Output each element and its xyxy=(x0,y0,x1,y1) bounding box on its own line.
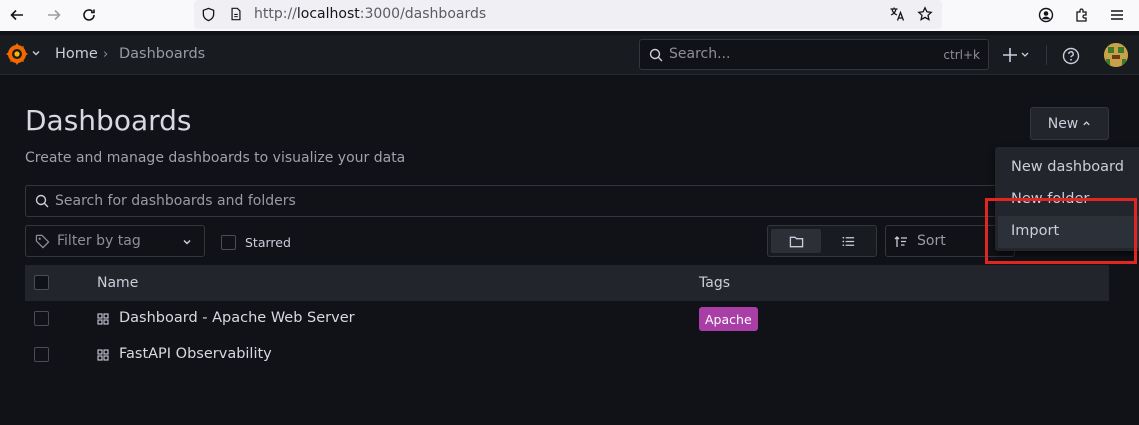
bookmark-star-icon[interactable] xyxy=(917,6,933,22)
highlight-annotation xyxy=(985,198,1137,264)
page-icon[interactable] xyxy=(228,6,244,22)
table-header: Name Tags xyxy=(25,265,1109,301)
help-icon[interactable] xyxy=(1062,47,1080,65)
tag-icon xyxy=(35,234,50,249)
page-subtitle: Create and manage dashboards to visualiz… xyxy=(25,150,406,166)
user-avatar[interactable] xyxy=(1104,43,1128,67)
starred-label: Starred xyxy=(245,235,291,250)
table-row[interactable]: FastAPI Observability xyxy=(25,337,1109,373)
select-all-checkbox[interactable] xyxy=(34,275,49,290)
chevron-up-icon xyxy=(1083,121,1090,126)
dashboard-grid-icon xyxy=(97,349,109,361)
search-icon xyxy=(35,194,49,208)
extensions-icon[interactable] xyxy=(1070,4,1094,26)
grafana-logo-icon[interactable] xyxy=(5,42,29,66)
breadcrumb-home[interactable]: Home xyxy=(55,46,98,62)
forward-icon[interactable] xyxy=(42,4,66,26)
column-header-name[interactable]: Name xyxy=(97,275,138,291)
filter-by-tag-select[interactable]: Filter by tag xyxy=(25,225,205,257)
add-plus-icon[interactable] xyxy=(1001,46,1031,64)
dashboard-search-placeholder: Search for dashboards and folders xyxy=(55,193,296,209)
url-bar[interactable]: http://localhost:3000/dashboards xyxy=(194,0,942,29)
row-checkbox[interactable] xyxy=(34,311,49,326)
global-search-input[interactable]: Search... ctrl+k xyxy=(639,39,989,70)
back-icon[interactable] xyxy=(5,4,29,26)
list-icon xyxy=(842,236,854,246)
dashboard-name-link[interactable]: FastAPI Observability xyxy=(119,346,272,362)
page-title: Dashboards xyxy=(25,104,192,137)
translate-icon[interactable] xyxy=(889,6,905,22)
reload-icon[interactable] xyxy=(77,4,101,26)
breadcrumb-current: Dashboards xyxy=(119,46,206,62)
url-text[interactable]: http://localhost:3000/dashboards xyxy=(254,6,486,22)
browser-toolbar: http://localhost:3000/dashboards xyxy=(0,0,1139,31)
menu-icon[interactable] xyxy=(1105,4,1129,26)
search-shortcut: ctrl+k xyxy=(943,48,980,62)
sort-label: Sort xyxy=(917,233,946,249)
view-toggle xyxy=(767,225,877,257)
dashboard-grid-icon xyxy=(97,313,109,325)
sort-icon xyxy=(894,236,907,247)
column-header-tags: Tags xyxy=(699,275,730,291)
chevron-down-icon[interactable] xyxy=(31,48,41,58)
row-checkbox[interactable] xyxy=(34,347,49,362)
folder-icon xyxy=(789,236,803,247)
search-icon xyxy=(649,48,663,62)
dashboard-search-input[interactable]: Search for dashboards and folders xyxy=(25,185,1109,217)
global-search-placeholder: Search... xyxy=(669,46,731,62)
new-button[interactable]: New xyxy=(1030,107,1109,140)
filter-by-tag-placeholder: Filter by tag xyxy=(57,233,141,249)
folder-view-button[interactable] xyxy=(771,229,821,253)
starred-checkbox[interactable] xyxy=(221,235,236,250)
chevron-down-icon xyxy=(183,239,191,245)
new-button-label: New xyxy=(1047,115,1079,132)
list-view-button[interactable] xyxy=(823,229,873,253)
shield-icon[interactable] xyxy=(200,6,216,22)
dashboard-name-link[interactable]: Dashboard - Apache Web Server xyxy=(119,310,355,326)
grafana-topnav: Home › Dashboards Search... ctrl+k xyxy=(0,35,1139,75)
tag-badge[interactable]: Apache xyxy=(699,307,758,331)
menu-item-new-dashboard[interactable]: New dashboard xyxy=(998,152,1139,184)
account-icon[interactable] xyxy=(1034,4,1058,26)
table-row[interactable]: Dashboard - Apache Web Server Apache xyxy=(25,301,1109,337)
breadcrumb-separator: › xyxy=(103,47,109,62)
divider xyxy=(1046,45,1047,65)
